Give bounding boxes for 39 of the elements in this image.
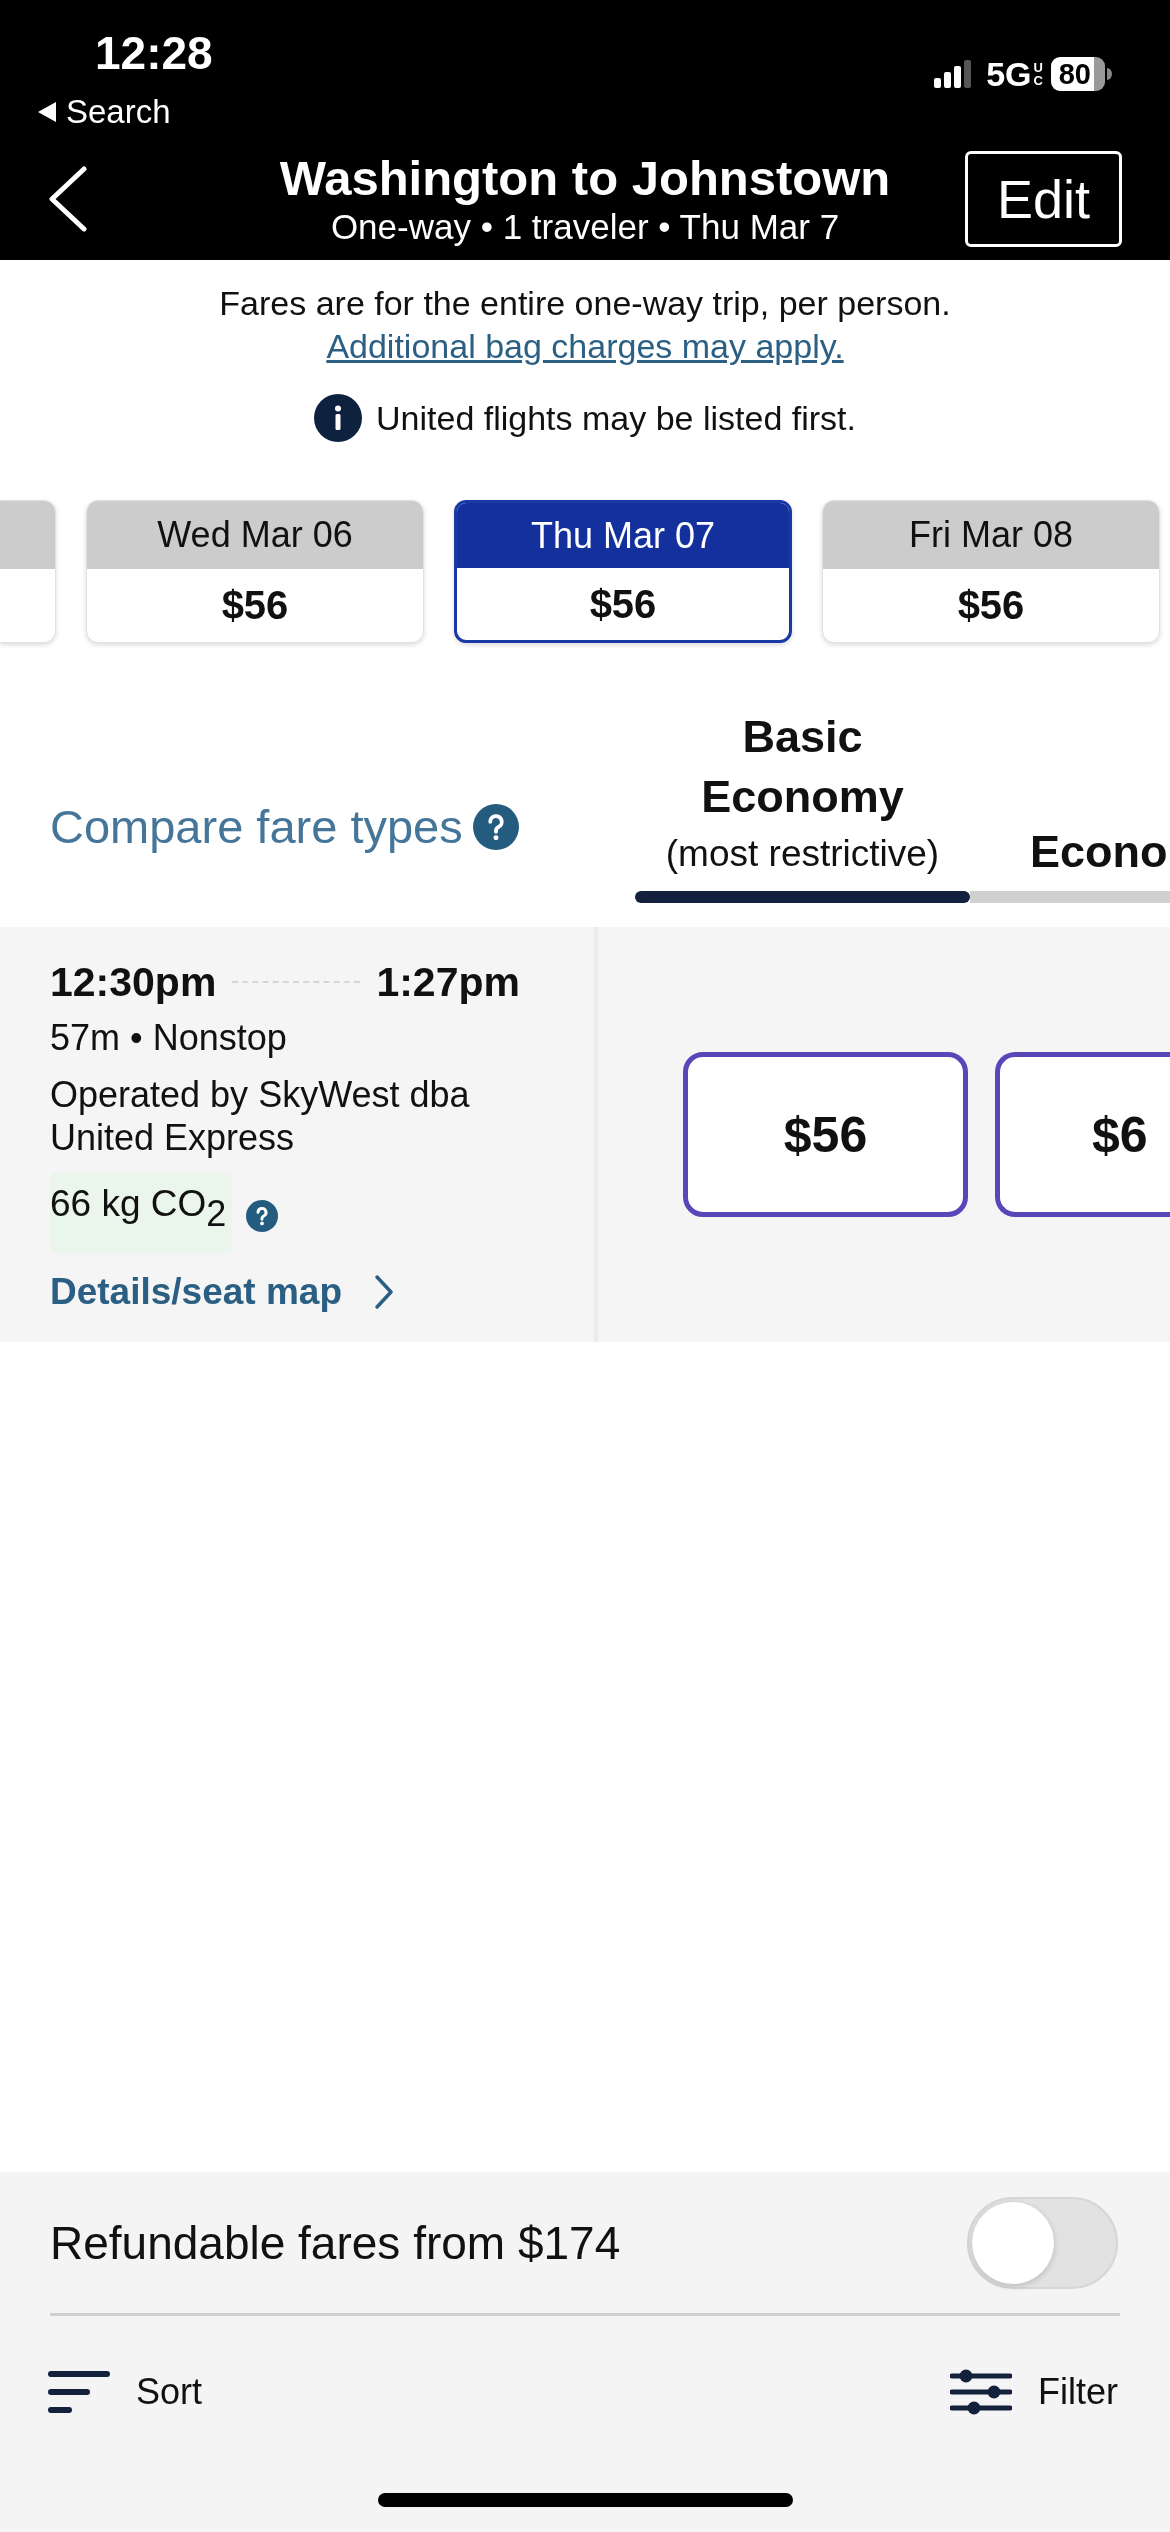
info-icon	[314, 394, 362, 442]
signal-icon	[934, 60, 973, 88]
filter-icon	[950, 2369, 1012, 2415]
battery-indicator: 80	[1050, 57, 1105, 91]
fare-type-title: Basic Economy	[700, 710, 905, 824]
chevron-right-icon	[374, 1274, 395, 1310]
edit-button[interactable]: Edit	[965, 151, 1122, 247]
compare-fare-types-link[interactable]: Compare fare types	[50, 799, 463, 855]
fare-price-button[interactable]: $6	[995, 1052, 1170, 1217]
fare-type-note: (most restrictive)	[664, 832, 941, 876]
battery-tip-icon	[1107, 68, 1112, 80]
arrival-time: 1:27pm	[376, 958, 520, 1007]
refundable-fares-label: Refundable fares from $174	[50, 2215, 621, 2271]
help-icon[interactable]	[246, 1200, 279, 1232]
network-label: 5G	[986, 57, 1032, 91]
info-message: United flights may be listed first.	[376, 398, 856, 439]
flight-summary: 57m • Nonstop	[50, 1016, 288, 1060]
departure-time: 12:30pm	[50, 958, 217, 1007]
back-button[interactable]	[48, 166, 88, 232]
triangle-left-icon	[38, 102, 56, 122]
back-to-search-link[interactable]: Search	[38, 92, 171, 132]
sort-button[interactable]: Sort	[48, 2370, 203, 2414]
network-mark: UC	[1033, 61, 1041, 87]
filter-button[interactable]: Filter	[950, 2369, 1118, 2415]
date-tab[interactable]: Thu Mar 07 $56	[454, 500, 792, 643]
date-tab[interactable]: Wed Mar 06 $56	[86, 500, 424, 643]
help-icon[interactable]	[472, 804, 519, 850]
operator-info: Operated by SkyWest dba United Express	[50, 1073, 471, 1159]
chevron-left-icon	[48, 166, 88, 232]
date-tab[interactable]: Fri Mar 08 $56	[822, 500, 1160, 643]
status-time: 12:28	[95, 30, 213, 76]
fare-price-button[interactable]: $56	[683, 1052, 968, 1217]
route-title: Washington to Johnstown	[279, 150, 891, 206]
fare-type-title: Econo	[1029, 825, 1169, 879]
bag-charges-link[interactable]: Additional bag charges may apply.	[326, 327, 844, 365]
details-link[interactable]: Details/seat map	[50, 1269, 395, 1315]
sort-icon	[48, 2371, 110, 2413]
trip-summary: One-way • 1 traveler • Thu Mar 7	[329, 206, 841, 248]
fare-notice: Fares are for the entire one-way trip, per person. Additional bag charges may apply.	[218, 283, 952, 367]
